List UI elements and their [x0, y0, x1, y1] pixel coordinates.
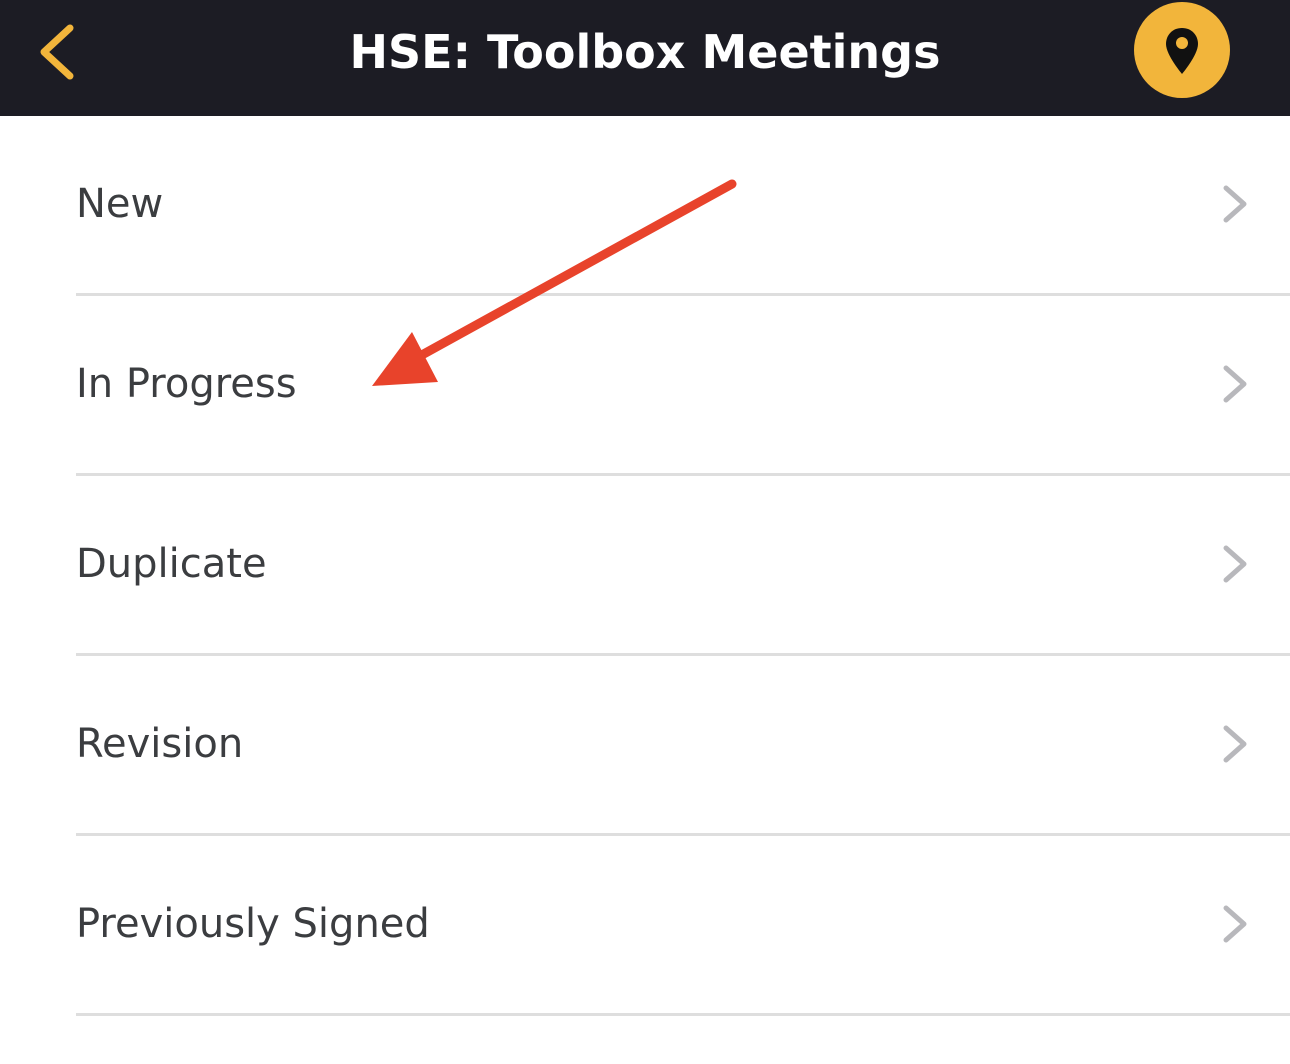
list-item-label: Revision — [76, 721, 244, 767]
list-item-new[interactable]: New — [0, 116, 1290, 296]
list-item-previously-signed[interactable]: Previously Signed — [0, 836, 1290, 1016]
nav-bar: HSE: Toolbox Meetings — [0, 0, 1290, 116]
chevron-right-icon — [1223, 725, 1247, 763]
chevron-right-icon — [1223, 905, 1247, 943]
list-item-revision[interactable]: Revision — [0, 656, 1290, 836]
chevron-right-icon — [1223, 365, 1247, 403]
map-pin-icon — [1166, 28, 1198, 74]
chevron-left-icon — [40, 24, 74, 80]
back-button[interactable] — [22, 14, 92, 90]
list-item-label: In Progress — [76, 361, 297, 407]
divider — [76, 1013, 1290, 1016]
chevron-right-icon — [1223, 185, 1247, 223]
list-item-label: New — [76, 181, 164, 227]
list-item-label: Duplicate — [76, 541, 267, 587]
chevron-right-icon — [1223, 545, 1247, 583]
app-screen: HSE: Toolbox Meetings New In Progress Du… — [0, 0, 1290, 1064]
list-item-duplicate[interactable]: Duplicate — [0, 476, 1290, 656]
status-list: New In Progress Duplicate Revision Previ… — [0, 116, 1290, 1016]
location-button[interactable] — [1134, 2, 1230, 98]
list-item-label: Previously Signed — [76, 901, 430, 947]
page-title: HSE: Toolbox Meetings — [349, 25, 941, 79]
list-item-in-progress[interactable]: In Progress — [0, 296, 1290, 476]
